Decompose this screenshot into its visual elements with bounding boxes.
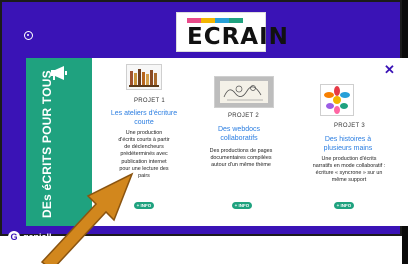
logo-text: ECRAIN bbox=[187, 24, 289, 50]
project-title: Des webdocs collaboratifs bbox=[217, 126, 261, 143]
logo-stripe bbox=[201, 18, 215, 23]
project-label: PROJET 2 bbox=[228, 113, 259, 119]
sketch-drawing-icon bbox=[214, 76, 274, 108]
project-label: PROJET 1 bbox=[134, 98, 165, 104]
logo-stripe bbox=[187, 18, 201, 23]
ecrain-logo: ECRAIN bbox=[176, 12, 288, 52]
genially-logo-icon: G bbox=[8, 231, 20, 243]
books-icon bbox=[126, 64, 162, 90]
colorful-hands-icon bbox=[320, 84, 354, 116]
project-description: Une production d'écrits narratifs en mod… bbox=[312, 156, 386, 184]
project-title: Des histoires à plusieurs mains bbox=[323, 136, 373, 153]
project-title: Les ateliers d'écriture courte bbox=[110, 110, 178, 127]
project-card-2: PROJET 2 Des webdocs collaboratifs Des p… bbox=[206, 58, 292, 226]
project-card-3: PROJET 3 Des histoires à plusieurs mains… bbox=[308, 58, 392, 226]
project-description: Des productions de pages documentaires c… bbox=[209, 148, 273, 169]
logo-stripe bbox=[215, 18, 229, 23]
project-label: PROJET 3 bbox=[334, 123, 365, 129]
more-info-button[interactable]: + INFO bbox=[232, 202, 252, 209]
logo-stripe bbox=[229, 18, 243, 23]
more-info-button[interactable]: + INFO bbox=[134, 202, 154, 209]
menu-dot-button[interactable] bbox=[24, 31, 33, 40]
pointer-arrow bbox=[36, 166, 136, 269]
more-info-button[interactable]: + INFO bbox=[334, 202, 354, 209]
